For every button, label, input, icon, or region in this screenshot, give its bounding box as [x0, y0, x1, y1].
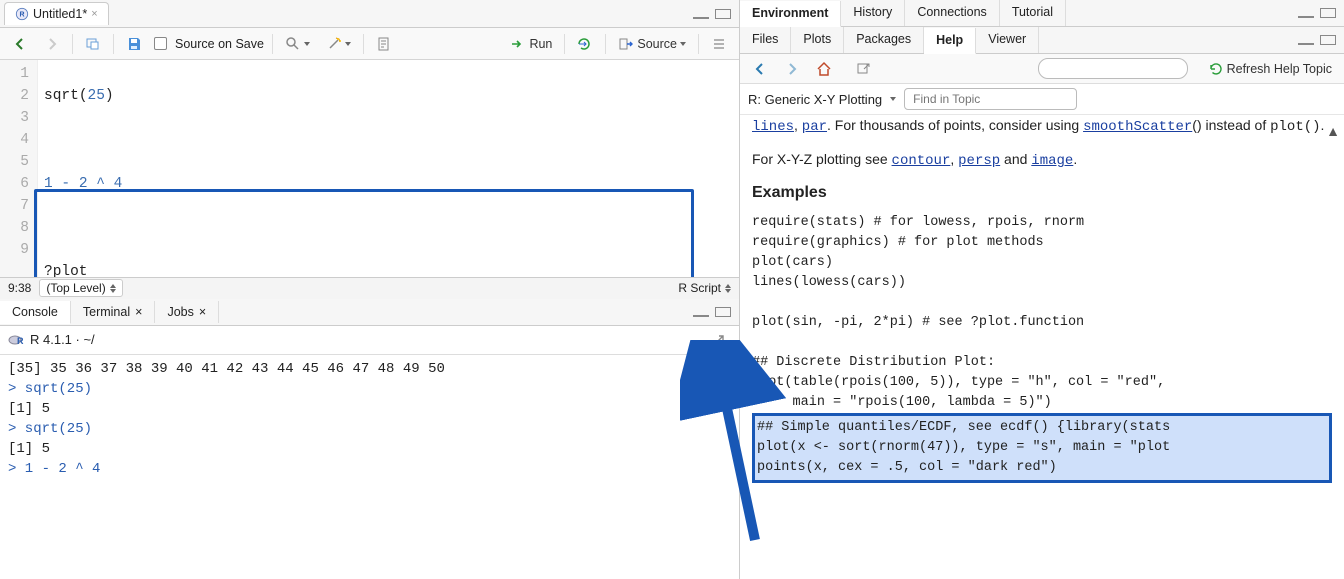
help-scroll-up-icon[interactable]: ▲ — [1326, 121, 1340, 141]
r-version: R 4.1.1 · ~/ — [30, 332, 95, 347]
close-icon[interactable]: × — [91, 8, 97, 20]
tab-history[interactable]: History — [841, 0, 905, 26]
console-line: [35] 35 36 37 38 39 40 41 42 43 44 45 46… — [8, 359, 731, 379]
svg-text:R: R — [17, 336, 24, 346]
help-home-button[interactable] — [812, 59, 836, 79]
run-button[interactable]: Run — [506, 34, 556, 54]
tab-packages[interactable]: Packages — [844, 27, 924, 53]
console-line: > sqrt(25) — [8, 419, 731, 439]
help-tabrow: Files Plots Packages Help Viewer — [740, 27, 1344, 54]
console-line: > sqrt(25) — [8, 379, 731, 399]
svg-text:R: R — [19, 12, 24, 19]
source-file-tab[interactable]: R Untitled1* × — [4, 2, 109, 25]
back-button[interactable] — [8, 34, 32, 54]
tab-terminal[interactable]: Terminal× — [71, 301, 156, 323]
tab-jobs[interactable]: Jobs× — [155, 301, 219, 323]
source-on-save-checkbox[interactable] — [154, 37, 167, 50]
maximize-help-icon[interactable] — [1320, 35, 1336, 45]
outline-button[interactable] — [707, 34, 731, 54]
source-editor[interactable]: 123456789 sqrt(25) 1 - 2 ^ 4 ?plot ## Si… — [0, 60, 739, 277]
compile-report-button[interactable] — [372, 34, 396, 54]
link-smoothscatter[interactable]: smoothScatter — [1083, 117, 1192, 133]
minimize-pane-icon[interactable] — [693, 9, 709, 19]
find-button[interactable] — [281, 34, 314, 54]
link-contour[interactable]: contour — [892, 151, 951, 167]
link-par[interactable]: par — [802, 117, 827, 133]
r-logo-icon: R — [8, 332, 24, 348]
console-line: > 1 - 2 ^ 4 — [8, 459, 731, 479]
maximize-env-icon[interactable] — [1320, 8, 1336, 18]
help-title-dropdown[interactable] — [890, 97, 896, 101]
help-back-button[interactable] — [748, 59, 772, 79]
help-example-code-1[interactable]: require(stats) # for lowess, rpois, rnor… — [752, 213, 1332, 413]
r-file-icon: R — [15, 7, 29, 21]
help-title: R: Generic X-Y Plotting — [748, 92, 882, 107]
console-popout-button[interactable] — [707, 330, 731, 350]
tab-connections[interactable]: Connections — [905, 0, 1000, 26]
save-button[interactable] — [122, 34, 146, 54]
source-statusbar: 9:38 (Top Level) R Script — [0, 277, 739, 299]
help-content[interactable]: lines, par. For thousands of points, con… — [740, 115, 1344, 579]
console-output[interactable]: [35] 35 36 37 38 39 40 41 42 43 44 45 46… — [0, 355, 739, 579]
source-on-save-label: Source on Save — [175, 37, 264, 51]
tab-help[interactable]: Help — [924, 28, 976, 54]
source-tab-title: Untitled1* — [33, 7, 87, 21]
link-lines[interactable]: lines — [752, 117, 794, 133]
tab-console[interactable]: Console — [0, 301, 71, 324]
minimize-env-icon[interactable] — [1298, 8, 1314, 18]
line-gutter: 123456789 — [0, 60, 38, 277]
source-label: Source — [637, 37, 677, 51]
minimize-help-icon[interactable] — [1298, 35, 1314, 45]
examples-heading: Examples — [752, 183, 1332, 203]
show-in-new-window-button[interactable] — [81, 34, 105, 54]
cursor-position: 9:38 — [8, 281, 31, 295]
tab-plots[interactable]: Plots — [791, 27, 844, 53]
refresh-help-button[interactable]: Refresh Help Topic — [1204, 59, 1336, 79]
source-toolbar: Source on Save Run Source — [0, 28, 739, 60]
help-forward-button[interactable] — [780, 59, 804, 79]
help-popout-button[interactable] — [852, 59, 876, 79]
tab-environment[interactable]: Environment — [740, 1, 841, 27]
help-toolbar: Refresh Help Topic — [740, 54, 1344, 84]
find-in-topic-input[interactable] — [904, 88, 1077, 110]
tab-tutorial[interactable]: Tutorial — [1000, 0, 1066, 26]
maximize-pane-icon[interactable] — [715, 9, 731, 19]
code-area[interactable]: sqrt(25) 1 - 2 ^ 4 ?plot ## Simple quant… — [38, 60, 739, 277]
help-search-input[interactable] — [1038, 58, 1188, 79]
env-tabrow: Environment History Connections Tutorial — [740, 0, 1344, 27]
console-line: [1] 5 — [8, 399, 731, 419]
forward-button[interactable] — [40, 34, 64, 54]
maximize-console-icon[interactable] — [715, 307, 731, 317]
scroll-up-icon[interactable]: ▲ — [727, 361, 735, 381]
help-example-code-highlighted[interactable]: ## Simple quantiles/ECDF, see ecdf() {li… — [752, 413, 1332, 483]
console-tabrow: Console Terminal× Jobs× — [0, 299, 739, 326]
filetype-selector[interactable]: R Script — [678, 281, 731, 295]
code-tools-button[interactable] — [322, 34, 355, 54]
tab-viewer[interactable]: Viewer — [976, 27, 1039, 53]
minimize-console-icon[interactable] — [693, 307, 709, 317]
console-line: [1] 5 — [8, 439, 731, 459]
tab-files[interactable]: Files — [740, 27, 791, 53]
link-persp[interactable]: persp — [958, 151, 1000, 167]
link-image[interactable]: image — [1031, 151, 1073, 167]
rerun-button[interactable] — [573, 34, 597, 54]
scope-selector[interactable]: (Top Level) — [39, 279, 122, 297]
console-header: R R 4.1.1 · ~/ — [0, 326, 739, 355]
source-tabrow: R Untitled1* × — [0, 0, 739, 28]
source-button[interactable]: Source — [614, 34, 690, 54]
help-title-row: R: Generic X-Y Plotting — [740, 84, 1344, 115]
run-label: Run — [529, 37, 552, 51]
